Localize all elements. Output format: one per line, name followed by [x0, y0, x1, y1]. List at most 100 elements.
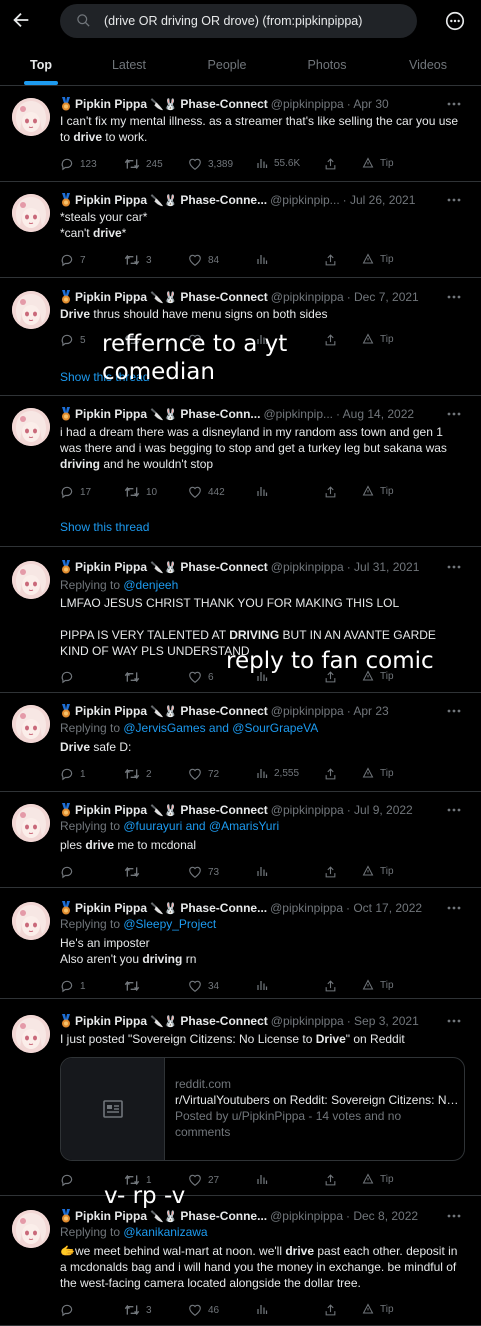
- avatar[interactable]: [12, 1015, 50, 1053]
- mention-link[interactable]: @Sleepy_Project: [123, 917, 216, 931]
- share-action[interactable]: [324, 1303, 337, 1317]
- tweet-date[interactable]: · Sep 3, 2021: [347, 1014, 419, 1028]
- tip-action[interactable]: Tip: [362, 253, 394, 265]
- like-action[interactable]: 34: [188, 979, 219, 993]
- mention-link[interactable]: @JervisGames and @SourGrapeVA: [123, 721, 318, 735]
- tip-action[interactable]: Tip: [362, 865, 394, 877]
- tweet[interactable]: Pipkin Pippa 🔪🐰 Phase-Connect @pipkinpippa ·…: [0, 693, 481, 792]
- tweet-date[interactable]: · Dec 8, 2022: [346, 1209, 418, 1223]
- like-action[interactable]: 73: [188, 865, 219, 879]
- like-action[interactable]: 72: [188, 767, 219, 781]
- display-name[interactable]: Pipkin Pippa: [75, 704, 147, 718]
- user-handle[interactable]: @pipkinpippa: [271, 803, 344, 817]
- more-options-icon[interactable]: [447, 808, 461, 812]
- avatar[interactable]: [12, 561, 50, 599]
- more-options-icon[interactable]: [447, 412, 461, 416]
- user-handle[interactable]: @pipkinpippa: [270, 1209, 343, 1223]
- more-options-icon[interactable]: [444, 10, 466, 32]
- user-handle[interactable]: @pipkinpip...: [270, 193, 340, 207]
- tweet[interactable]: Pipkin Pippa 🔪🐰 Phase-Connect @pipkinpippa ·…: [0, 792, 481, 888]
- mention-link[interactable]: @fuurayuri and @AmarisYuri: [123, 819, 279, 833]
- avatar[interactable]: [12, 98, 50, 136]
- tweet-date[interactable]: · Jul 9, 2022: [347, 803, 413, 817]
- avatar[interactable]: [12, 902, 50, 940]
- tweet[interactable]: Pipkin Pippa 🔪🐰 Phase-Conn... @pipkinpip...…: [0, 396, 481, 547]
- user-handle[interactable]: @pipkinpippa: [271, 290, 344, 304]
- show-thread-link[interactable]: Show this thread: [60, 520, 149, 534]
- views-action[interactable]: 55.6K: [256, 157, 300, 169]
- views-action[interactable]: [256, 1303, 274, 1315]
- org-name[interactable]: Phase-Connect: [180, 97, 267, 111]
- share-action[interactable]: [324, 157, 337, 171]
- org-name[interactable]: Phase-Connect: [180, 290, 267, 304]
- retweet-action[interactable]: 245: [124, 157, 163, 171]
- user-handle[interactable]: @pipkinpip...: [263, 407, 333, 421]
- like-action[interactable]: 6: [188, 670, 214, 684]
- tweet[interactable]: Pipkin Pippa 🔪🐰 Phase-Conne... @pipkinpippa…: [0, 888, 481, 999]
- tweet-date[interactable]: · Oct 17, 2022: [346, 901, 422, 915]
- avatar[interactable]: [12, 1210, 50, 1248]
- tweet-date[interactable]: · Apr 23: [347, 704, 389, 718]
- avatar[interactable]: [12, 804, 50, 842]
- more-options-icon[interactable]: [447, 198, 461, 202]
- tab-people[interactable]: People: [182, 58, 272, 72]
- reply-action[interactable]: 123: [60, 157, 97, 171]
- more-options-icon[interactable]: [447, 1214, 461, 1218]
- tab-top[interactable]: Top: [0, 58, 86, 72]
- tip-action[interactable]: Tip: [362, 979, 394, 991]
- like-action[interactable]: 84: [188, 253, 219, 267]
- tweet-date[interactable]: · Apr 30: [347, 97, 389, 111]
- tip-action[interactable]: Tip: [362, 1173, 394, 1185]
- tweet-date[interactable]: · Jul 26, 2021: [343, 193, 416, 207]
- org-name[interactable]: Phase-Connect: [180, 560, 267, 574]
- more-options-icon[interactable]: [447, 295, 461, 299]
- retweet-action[interactable]: 3: [124, 1303, 152, 1317]
- org-name[interactable]: Phase-Connect: [180, 704, 267, 718]
- share-action[interactable]: [324, 253, 337, 267]
- org-name[interactable]: Phase-Connect: [180, 1014, 267, 1028]
- views-action[interactable]: [256, 865, 274, 877]
- tip-action[interactable]: Tip: [362, 157, 394, 169]
- display-name[interactable]: Pipkin Pippa: [75, 407, 147, 421]
- reply-action[interactable]: 1: [60, 767, 86, 781]
- more-options-icon[interactable]: [447, 906, 461, 910]
- org-name[interactable]: Phase-Conn...: [180, 407, 260, 421]
- tweet-date[interactable]: · Dec 7, 2021: [347, 290, 419, 304]
- reply-action[interactable]: 5: [60, 333, 86, 347]
- share-action[interactable]: [324, 333, 337, 347]
- retweet-action[interactable]: [124, 979, 146, 993]
- retweet-action[interactable]: 2: [124, 767, 152, 781]
- mention-link[interactable]: @kanikanizawa: [123, 1225, 207, 1239]
- org-name[interactable]: Phase-Conne...: [180, 901, 267, 915]
- reply-action[interactable]: [60, 865, 80, 879]
- org-name[interactable]: Phase-Conne...: [180, 1209, 267, 1223]
- retweet-action[interactable]: 10: [124, 485, 157, 499]
- avatar[interactable]: [12, 705, 50, 743]
- reply-action[interactable]: 1: [60, 979, 86, 993]
- tweet[interactable]: Pipkin Pippa 🔪🐰 Phase-Conne... @pipkinpip..…: [0, 182, 481, 278]
- retweet-action[interactable]: [124, 865, 146, 879]
- tip-action[interactable]: Tip: [362, 333, 394, 345]
- display-name[interactable]: Pipkin Pippa: [75, 1014, 147, 1028]
- avatar[interactable]: [12, 408, 50, 446]
- display-name[interactable]: Pipkin Pippa: [75, 803, 147, 817]
- reply-action[interactable]: [60, 1303, 80, 1317]
- tweet-date[interactable]: · Aug 14, 2022: [336, 407, 414, 421]
- reply-action[interactable]: 17: [60, 485, 91, 499]
- back-arrow-icon[interactable]: [10, 9, 34, 33]
- more-options-icon[interactable]: [447, 709, 461, 713]
- like-action[interactable]: 46: [188, 1303, 219, 1317]
- tip-action[interactable]: Tip: [362, 767, 394, 779]
- reply-action[interactable]: 7: [60, 253, 86, 267]
- org-name[interactable]: Phase-Conne...: [180, 193, 267, 207]
- retweet-action[interactable]: [124, 670, 146, 684]
- user-handle[interactable]: @pipkinpippa: [271, 1014, 344, 1028]
- display-name[interactable]: Pipkin Pippa: [75, 290, 147, 304]
- display-name[interactable]: Pipkin Pippa: [75, 560, 147, 574]
- org-name[interactable]: Phase-Connect: [180, 803, 267, 817]
- more-options-icon[interactable]: [447, 102, 461, 106]
- share-action[interactable]: [324, 979, 337, 993]
- views-action[interactable]: [256, 485, 274, 497]
- display-name[interactable]: Pipkin Pippa: [75, 97, 147, 111]
- display-name[interactable]: Pipkin Pippa: [75, 901, 147, 915]
